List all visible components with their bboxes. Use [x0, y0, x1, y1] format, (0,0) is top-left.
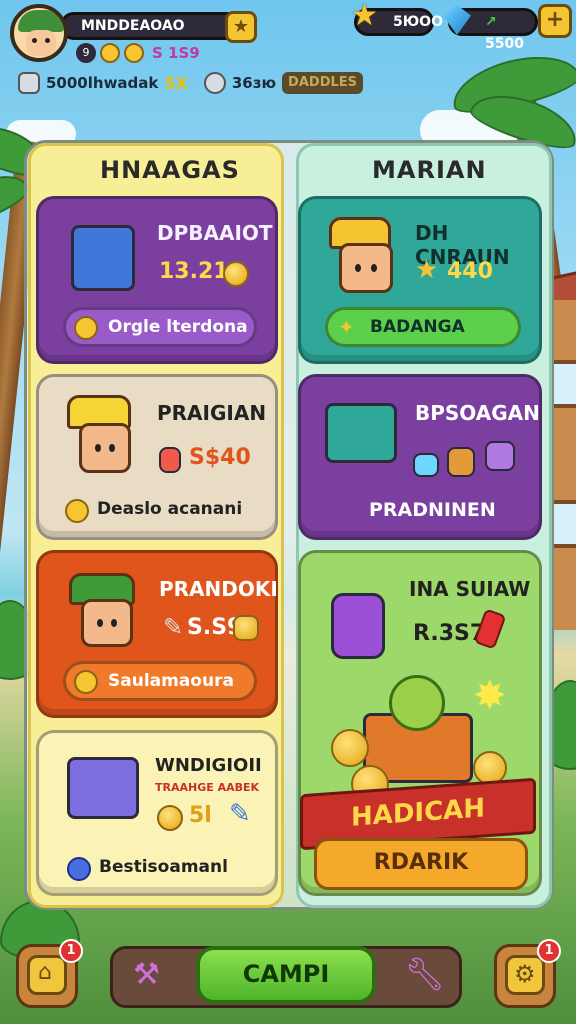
potion-bottle-icon — [331, 593, 385, 659]
camp-button[interactable]: CAMPI — [196, 946, 376, 1004]
info-left-bolt: 5X — [164, 73, 188, 93]
coin-icon — [331, 729, 369, 767]
player-name-bar: MNDDEAOAO ★ — [60, 11, 257, 43]
coin-icon — [74, 670, 98, 694]
star-icon: ★ — [415, 255, 439, 285]
shop-card-1[interactable]: DPBAAIOT 13.210 Orgle lterdona — [36, 196, 278, 364]
card-footer-label: Deaslo acanani — [97, 499, 243, 519]
character-icon — [81, 599, 133, 647]
card-title: BPSOAGAN — [415, 401, 540, 425]
coin-icon — [74, 316, 98, 340]
face — [26, 30, 56, 56]
card-value: S$40 — [189, 445, 251, 470]
card-action-button[interactable]: Orgle lterdona — [63, 307, 257, 347]
home-button[interactable]: ⌂ 1 — [16, 939, 83, 1008]
card-value: R.3S7 — [413, 621, 486, 646]
left-column-title: HNAAGAS — [100, 156, 240, 184]
gear-icon: ⚙ — [505, 955, 545, 995]
card-action-label: Saulamaoura — [108, 671, 234, 691]
wrench-icon[interactable]: 🔧︎ — [404, 955, 445, 993]
coin-icon — [100, 43, 120, 63]
hammer-icon[interactable]: ⚒ — [133, 957, 160, 992]
card-action-label: Orgle lterdona — [108, 317, 248, 337]
clock-icon — [203, 72, 226, 94]
gems-counter[interactable]: ↗ 5500 — [443, 5, 538, 52]
star-icon: ✦ — [338, 315, 355, 339]
card-value: 5l — [189, 803, 212, 828]
ruby-icon — [473, 608, 507, 650]
coin-icon — [124, 43, 144, 63]
card-footer-label: PRADNINEN — [369, 499, 496, 521]
player-sub-value: S 1S9 — [152, 44, 200, 62]
card-icon — [159, 447, 181, 473]
notification-badge: 1 — [537, 939, 561, 963]
cap — [18, 10, 64, 32]
gift-icon — [485, 441, 515, 471]
add-currency-button[interactable]: + — [538, 4, 572, 38]
sparkle-icon: ✸ — [473, 673, 507, 719]
settings-button[interactable]: ⚙ 1 — [494, 939, 561, 1008]
card-title: DPBAAIOT — [157, 221, 273, 245]
stars-counter[interactable]: ★ 5ЮOO — [351, 0, 443, 36]
card-value: 440 — [447, 259, 493, 284]
card-subtitle: TRAAHGE AABEK — [155, 781, 260, 794]
info-left-text: 5000lhwadak — [46, 74, 159, 92]
pencil-icon: ✎ — [163, 613, 184, 641]
info-right-text: 36зю — [231, 74, 277, 92]
flower-pot-icon — [447, 447, 475, 477]
home-icon: ⌂ — [27, 955, 67, 995]
treasure-chest-icon — [325, 403, 397, 463]
card-action-button[interactable]: ✦ BADANGA — [325, 307, 521, 347]
reward-mascot-icon — [389, 675, 445, 731]
shop-card-4[interactable]: WNDIGIOII TRAAHGE AABEK 5l ✎ Bestisoaman… — [36, 730, 278, 896]
shop-card-3[interactable]: PRANDOKI ✎ S.S9 Saulamaoura — [36, 550, 278, 718]
info-right-badge: DADDLES — [282, 72, 364, 94]
card-title: PRAIGIAN — [157, 401, 267, 425]
card-title: PRANDOKI — [159, 577, 278, 601]
shop-card-5[interactable]: DH CNRAUN ★ 440 ✦ BADANGA — [298, 196, 542, 364]
card-title: WNDIGIOII — [155, 755, 262, 776]
shop-card-2[interactable]: PRAIGIAN S$40 Deaslo acanani — [36, 374, 278, 540]
gem-icon — [67, 857, 91, 881]
coin-icon — [157, 805, 183, 831]
player-sub-row: 9 S 1S9 — [76, 42, 200, 64]
card-title: INA SUIAW — [409, 577, 531, 601]
coin-icon — [65, 499, 89, 523]
card-action-button[interactable]: Saulamaoura — [63, 661, 257, 701]
star-icon: ★ — [351, 0, 378, 33]
player-panel[interactable]: MNDDEAOAO ★ 9 S 1S9 — [10, 4, 257, 63]
player-name: MNDDEAOAO — [81, 18, 185, 34]
potion-icon — [413, 453, 439, 477]
gem-arrow-icon: ↗ — [485, 14, 497, 30]
card-footer-label: Bestisoamanl — [99, 857, 228, 877]
player-avatar[interactable] — [10, 4, 68, 62]
right-column-title: MARIAN — [372, 156, 487, 184]
info-row: 5000lhwadak 5X 36зю DADDLES — [18, 70, 364, 96]
character-icon — [79, 423, 131, 473]
pencil-icon: ✎ — [229, 799, 251, 829]
reward-claim-button[interactable]: RDARIK — [314, 838, 528, 890]
level-number: 9 — [76, 43, 96, 63]
cart-icon — [67, 757, 139, 819]
chest-icon — [71, 225, 135, 291]
character-icon — [339, 243, 393, 293]
mail-icon[interactable] — [18, 72, 40, 94]
star-icon: ★ — [225, 11, 257, 43]
coin-icon — [223, 261, 249, 287]
notification-badge: 1 — [59, 939, 83, 963]
card-action-label: BADANGA — [370, 317, 465, 337]
shop-card-6[interactable]: BPSOAGAN PRADNINEN — [298, 374, 542, 540]
stars-value: 5ЮOO — [393, 14, 443, 30]
coin-icon — [233, 615, 259, 641]
gems-value: 5500 — [485, 36, 524, 52]
